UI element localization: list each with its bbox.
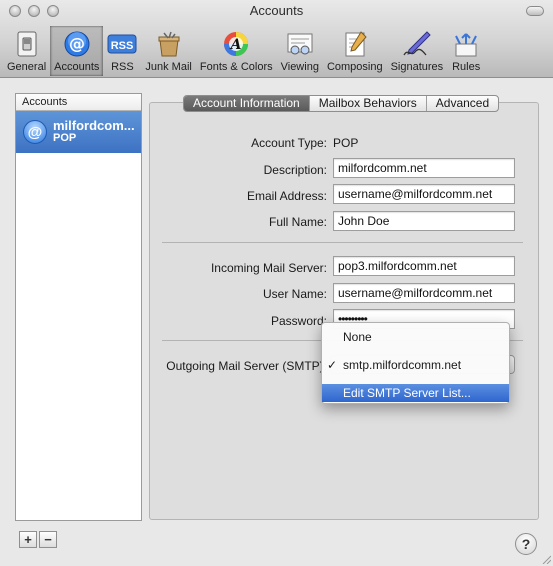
at-sign-icon: @ <box>62 30 92 58</box>
toolbar-general-label: General <box>7 61 47 73</box>
svg-text:@: @ <box>69 34 85 53</box>
rules-icon <box>451 30 481 58</box>
toolbar-composing-label: Composing <box>326 61 383 73</box>
at-sign-icon: @ <box>23 120 47 144</box>
smtp-server-menu: None ✓ smtp.milfordcomm.net Edit SMTP Se… <box>321 322 510 404</box>
toolbar-composing[interactable]: Composing <box>323 26 387 76</box>
menu-item-edit-smtp-list[interactable]: Edit SMTP Server List... <box>322 384 509 402</box>
toolbar-toggle-button[interactable] <box>526 6 544 16</box>
remove-account-button[interactable]: − <box>39 531 57 548</box>
window-title: Accounts <box>249 3 304 18</box>
toolbar-viewing[interactable]: Viewing <box>277 26 323 76</box>
general-switch-icon <box>12 30 42 58</box>
full-name-field[interactable]: John Doe <box>333 211 515 231</box>
description-field[interactable]: milfordcomm.net <box>333 158 515 178</box>
help-button[interactable]: ? <box>515 533 537 555</box>
menu-item-smtp-server[interactable]: ✓ smtp.milfordcomm.net <box>322 356 509 374</box>
outgoing-server-label: Outgoing Mail Server (SMTP): <box>166 359 327 373</box>
window-titlebar: Accounts General @ Accounts RSS RSS Junk… <box>0 0 553 78</box>
checkmark-icon: ✓ <box>327 358 338 372</box>
account-row[interactable]: @ milfordcom... POP <box>16 111 141 153</box>
email-address-label: Email Address: <box>246 189 327 203</box>
menu-item-none[interactable]: None <box>322 328 509 346</box>
full-name-label: Full Name: <box>268 215 327 229</box>
fonts-colors-icon: A <box>221 30 251 58</box>
toolbar-signatures[interactable]: Signatures <box>387 26 448 76</box>
incoming-server-field[interactable]: pop3.milfordcomm.net <box>333 256 515 276</box>
user-name-field[interactable]: username@milfordcomm.net <box>333 283 515 303</box>
toolbar-fonts-colors[interactable]: A Fonts & Colors <box>196 26 277 76</box>
toolbar-junk-mail-label: Junk Mail <box>145 61 192 73</box>
account-type-label: POP <box>53 132 77 144</box>
composing-icon <box>340 30 370 58</box>
viewing-icon <box>285 30 315 58</box>
description-label: Description: <box>263 163 327 177</box>
email-address-field[interactable]: username@milfordcomm.net <box>333 184 515 204</box>
account-name: milfordcom... <box>53 118 135 133</box>
toolbar-accounts-label: Accounts <box>54 61 100 73</box>
rss-icon: RSS <box>107 30 137 58</box>
toolbar-rules[interactable]: Rules <box>447 26 485 76</box>
accounts-list-header: Accounts <box>16 94 141 111</box>
junk-mail-icon <box>154 30 184 58</box>
accounts-list[interactable]: Accounts @ milfordcom... POP <box>15 93 142 521</box>
toolbar-accounts[interactable]: @ Accounts <box>50 26 104 76</box>
account-type-value: POP <box>333 136 359 150</box>
toolbar-signatures-label: Signatures <box>390 61 444 73</box>
incoming-server-label: Incoming Mail Server: <box>210 261 327 275</box>
account-type-label: Account Type: <box>251 136 327 150</box>
menu-item-smtp-server-label: smtp.milfordcomm.net <box>343 358 462 372</box>
toolbar-junk-mail[interactable]: Junk Mail <box>141 26 195 76</box>
password-label: Password: <box>270 314 327 328</box>
add-account-button[interactable]: + <box>19 531 37 548</box>
resize-grip-icon[interactable] <box>541 554 551 564</box>
user-name-label: User Name: <box>262 287 327 301</box>
svg-text:A: A <box>229 37 242 53</box>
toolbar-fonts-colors-label: Fonts & Colors <box>199 61 273 73</box>
signatures-icon <box>402 30 432 58</box>
account-tabs: Account Information Mailbox Behaviors Ad… <box>183 95 500 112</box>
section-divider <box>162 242 523 243</box>
tab-advanced[interactable]: Advanced <box>427 96 498 111</box>
toolbar-rss[interactable]: RSS RSS <box>103 26 141 76</box>
toolbar-rss-label: RSS <box>111 61 134 73</box>
tab-account-information[interactable]: Account Information <box>184 96 310 111</box>
toolbar-general[interactable]: General <box>3 26 50 76</box>
tab-mailbox-behaviors[interactable]: Mailbox Behaviors <box>310 96 427 111</box>
toolbar-viewing-label: Viewing <box>280 61 319 73</box>
svg-text:RSS: RSS <box>111 40 134 52</box>
preferences-toolbar: General @ Accounts RSS RSS Junk Mail A F… <box>3 26 485 76</box>
toolbar-rules-label: Rules <box>452 61 481 73</box>
